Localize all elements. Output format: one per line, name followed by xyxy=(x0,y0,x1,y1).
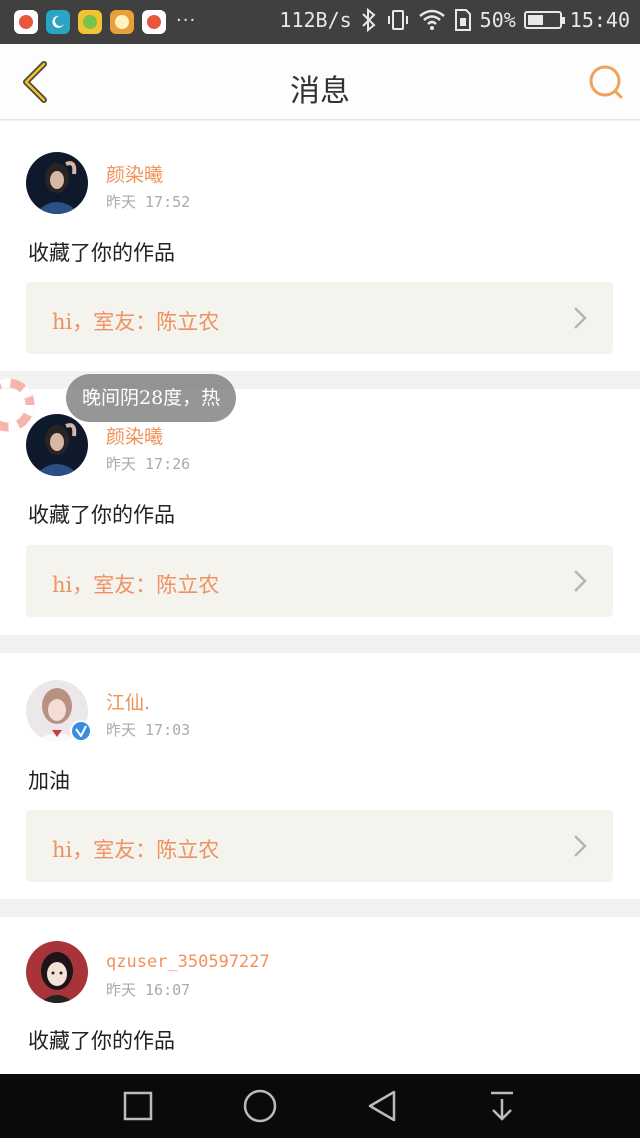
app-icon-3 xyxy=(78,10,102,34)
message-card[interactable]: 颜染曦 昨天 17:52 收藏了你的作品 hi，室友：陈立农 xyxy=(0,121,640,371)
app-header: 消息 xyxy=(0,44,640,120)
timestamp: 昨天 17:03 xyxy=(106,721,191,739)
more-notifications-icon: ··· xyxy=(176,10,197,31)
chevron-right-icon xyxy=(574,570,587,592)
system-nav-bar xyxy=(0,1074,640,1138)
triangle-back-icon xyxy=(368,1090,396,1122)
message-card[interactable]: 颜染曦 昨天 17:26 收藏了你的作品 hi，室友：陈立农 xyxy=(0,389,640,635)
quoted-work-link[interactable]: hi，室友：陈立农 xyxy=(26,282,613,354)
quoted-work-link[interactable]: hi，室友：陈立农 xyxy=(26,810,613,882)
username[interactable]: 颜染曦 xyxy=(106,422,163,449)
circle-icon xyxy=(243,1089,277,1123)
wifi-icon xyxy=(418,9,445,30)
quoted-work-title: hi，室友：陈立农 xyxy=(52,573,220,597)
notification-icons xyxy=(14,10,166,34)
clock: 15:40 xyxy=(569,8,630,32)
quoted-work-title: hi，室友：陈立农 xyxy=(52,838,220,862)
chevron-right-icon xyxy=(574,307,587,329)
message-text: 收藏了你的作品 xyxy=(28,241,175,265)
battery-icon xyxy=(523,11,565,29)
username[interactable]: qzuser_350597227 xyxy=(106,952,270,972)
timestamp: 昨天 16:07 xyxy=(106,981,191,999)
timestamp: 昨天 17:52 xyxy=(106,193,191,211)
message-text: 加油 xyxy=(28,769,70,793)
username[interactable]: 江仙. xyxy=(106,688,150,715)
message-text: 收藏了你的作品 xyxy=(28,1029,175,1053)
page-title: 消息 xyxy=(290,74,350,109)
moon-app-icon xyxy=(46,10,70,34)
notification-pulldown-button[interactable] xyxy=(482,1088,522,1124)
timestamp: 昨天 17:26 xyxy=(106,455,191,473)
message-list: 颜染曦 昨天 17:52 收藏了你的作品 hi，室友：陈立农 颜染曦 昨天 17… xyxy=(0,121,640,1077)
app-icon-5 xyxy=(142,10,166,34)
sim-card-icon xyxy=(454,9,471,31)
username[interactable]: 颜染曦 xyxy=(106,160,163,187)
home-button[interactable] xyxy=(240,1088,280,1124)
arrow-down-icon xyxy=(491,1091,513,1121)
message-text: 收藏了你的作品 xyxy=(28,503,175,527)
search-button[interactable] xyxy=(586,62,626,102)
chevron-right-icon xyxy=(574,835,587,857)
bluetooth-icon xyxy=(361,8,376,32)
search-icon xyxy=(589,65,623,99)
avatar[interactable] xyxy=(26,941,88,1003)
verified-badge-icon xyxy=(70,720,92,742)
back-nav-button[interactable] xyxy=(362,1088,402,1124)
vibrate-icon xyxy=(387,10,408,30)
message-card[interactable]: 江仙. 昨天 17:03 加油 hi，室友：陈立农 xyxy=(0,653,640,899)
floating-ball-icon[interactable] xyxy=(0,376,38,434)
square-icon xyxy=(123,1091,153,1121)
recent-apps-button[interactable] xyxy=(118,1088,158,1124)
status-bar: ··· 112B/s 50% 15:40 xyxy=(0,0,640,44)
quoted-work-link[interactable]: hi，室友：陈立农 xyxy=(26,545,613,617)
weather-toast: 晚间阴28度，热 xyxy=(66,374,237,422)
app-icon-1 xyxy=(14,10,38,34)
battery-percent: 50% xyxy=(479,8,516,32)
avatar[interactable] xyxy=(26,152,88,214)
network-speed: 112B/s xyxy=(279,8,352,32)
quoted-work-title: hi，室友：陈立农 xyxy=(52,310,220,334)
app-icon-4 xyxy=(110,10,134,34)
message-card[interactable]: qzuser_350597227 昨天 16:07 收藏了你的作品 xyxy=(0,917,640,1077)
